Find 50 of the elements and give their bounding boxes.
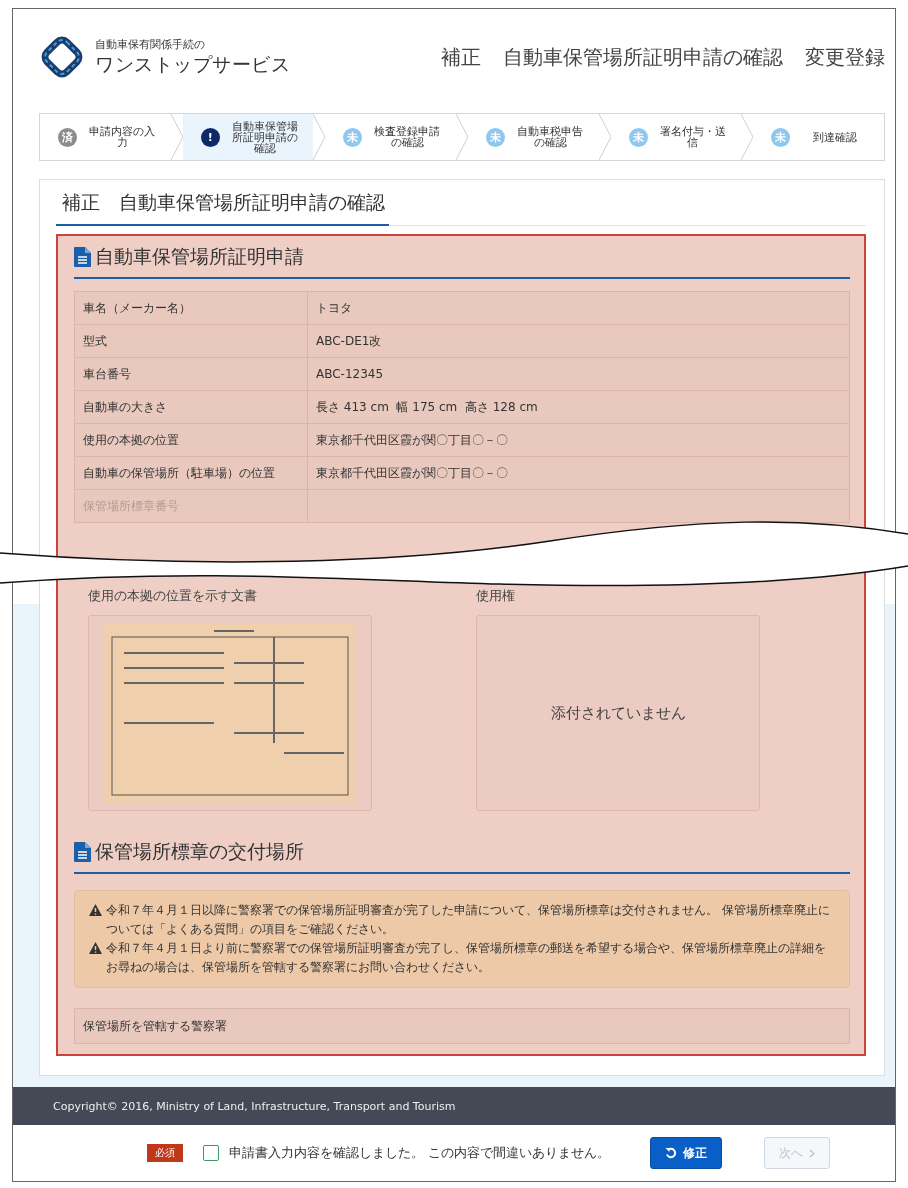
progress-step[interactable]: 未 検査登録申請の確認 [325, 114, 456, 160]
progress-step[interactable]: 未 自動車税申告の確認 [468, 114, 599, 160]
document-icon [74, 247, 91, 267]
progress-step[interactable]: 済 申請内容の入力 [40, 114, 171, 160]
warning-icon [89, 942, 102, 954]
document-label: 使用の本拠の位置を示す文書 [88, 587, 258, 605]
document-label: 使用権 [476, 587, 516, 605]
revise-button[interactable]: 修正 [650, 1137, 723, 1169]
field-value: 東京都千代田区霞が関〇丁目〇－〇 [307, 423, 850, 457]
field-label: 使用の本拠の位置 [74, 423, 308, 457]
field-value: ABC-DE1改 [307, 324, 850, 358]
progress-step[interactable]: ! 自動車保管場所証明申請の確認 [182, 114, 314, 160]
content-heading: 補正 自動車保管場所証明申請の確認 [56, 186, 389, 226]
field-value: ABC-12345 [307, 357, 850, 391]
step-badge: 未 [628, 127, 648, 147]
field-label: 自動車の保管場所（駐車場）の位置 [74, 456, 308, 490]
document-icon [74, 842, 91, 862]
notice-text: 令和７年４月１日より前に警察署での保管場所証明審査が完了し、保管場所標章の郵送を希望する場合や、保管場所標章廃止の詳細をお尋ねの場合は、保管場所を管轄する警察署にお問い合わせください。 [106, 940, 827, 976]
step-badge: 未 [771, 127, 791, 147]
step-badge: ! [200, 127, 220, 147]
copyright-text: Copyright© 2016, Ministry of Land, Infrastructure, Transport and Tourism [53, 1099, 456, 1113]
field-value: 長さ 413 cm 幅 175 cm 高さ 128 cm [307, 390, 850, 424]
field-label: 自動車の大きさ [74, 390, 308, 424]
confirm-checkbox[interactable] [203, 1145, 219, 1161]
section-title: 自動車保管場所証明申請 [95, 244, 304, 269]
no-attachment-message: 添付されていません [550, 703, 686, 723]
logo-title: ワンストップサービス [95, 51, 290, 77]
step-badge: 未 [343, 127, 363, 147]
field-label: 車名（メーカー名） [74, 291, 308, 325]
logo-icon [39, 34, 85, 80]
chevron-right-icon [809, 1148, 816, 1158]
notice-text: 令和７年４月１日以降に警察署での保管場所証明審査が完了した申請について、保管場所標章は交付されません。 保管場所標章廃止については「よくある質問」の項目をご確認ください。 [106, 902, 831, 938]
logo-subtitle: 自動車保有関係手続の [95, 36, 206, 52]
step-badge: 未 [486, 127, 505, 147]
page-title: 変更登録 [805, 43, 885, 71]
page-title: 補正 [441, 43, 481, 71]
section-title: 保管場所標章の交付場所 [95, 839, 304, 864]
field-label: 保管場所を管轄する警察署 [74, 1008, 850, 1044]
page-title: 自動車保管場所証明申請の確認 [503, 43, 783, 71]
confirm-label: 申請書入力内容を確認しました。 この内容で間違いありません。 [229, 1144, 611, 1162]
field-value: 東京都千代田区霞が関〇丁目〇－〇 [307, 456, 850, 490]
progress-step[interactable]: 未 署名付与・送信 [610, 114, 742, 160]
step-badge: 済 [58, 127, 77, 147]
field-label: 車台番号 [74, 357, 308, 391]
undo-icon [665, 1147, 678, 1159]
warning-icon [89, 904, 102, 916]
required-badge: 必須 [147, 1144, 183, 1162]
progress-step[interactable]: 未 到達確認 [753, 114, 885, 160]
field-value: トヨタ [307, 291, 850, 325]
field-label: 型式 [74, 324, 308, 358]
